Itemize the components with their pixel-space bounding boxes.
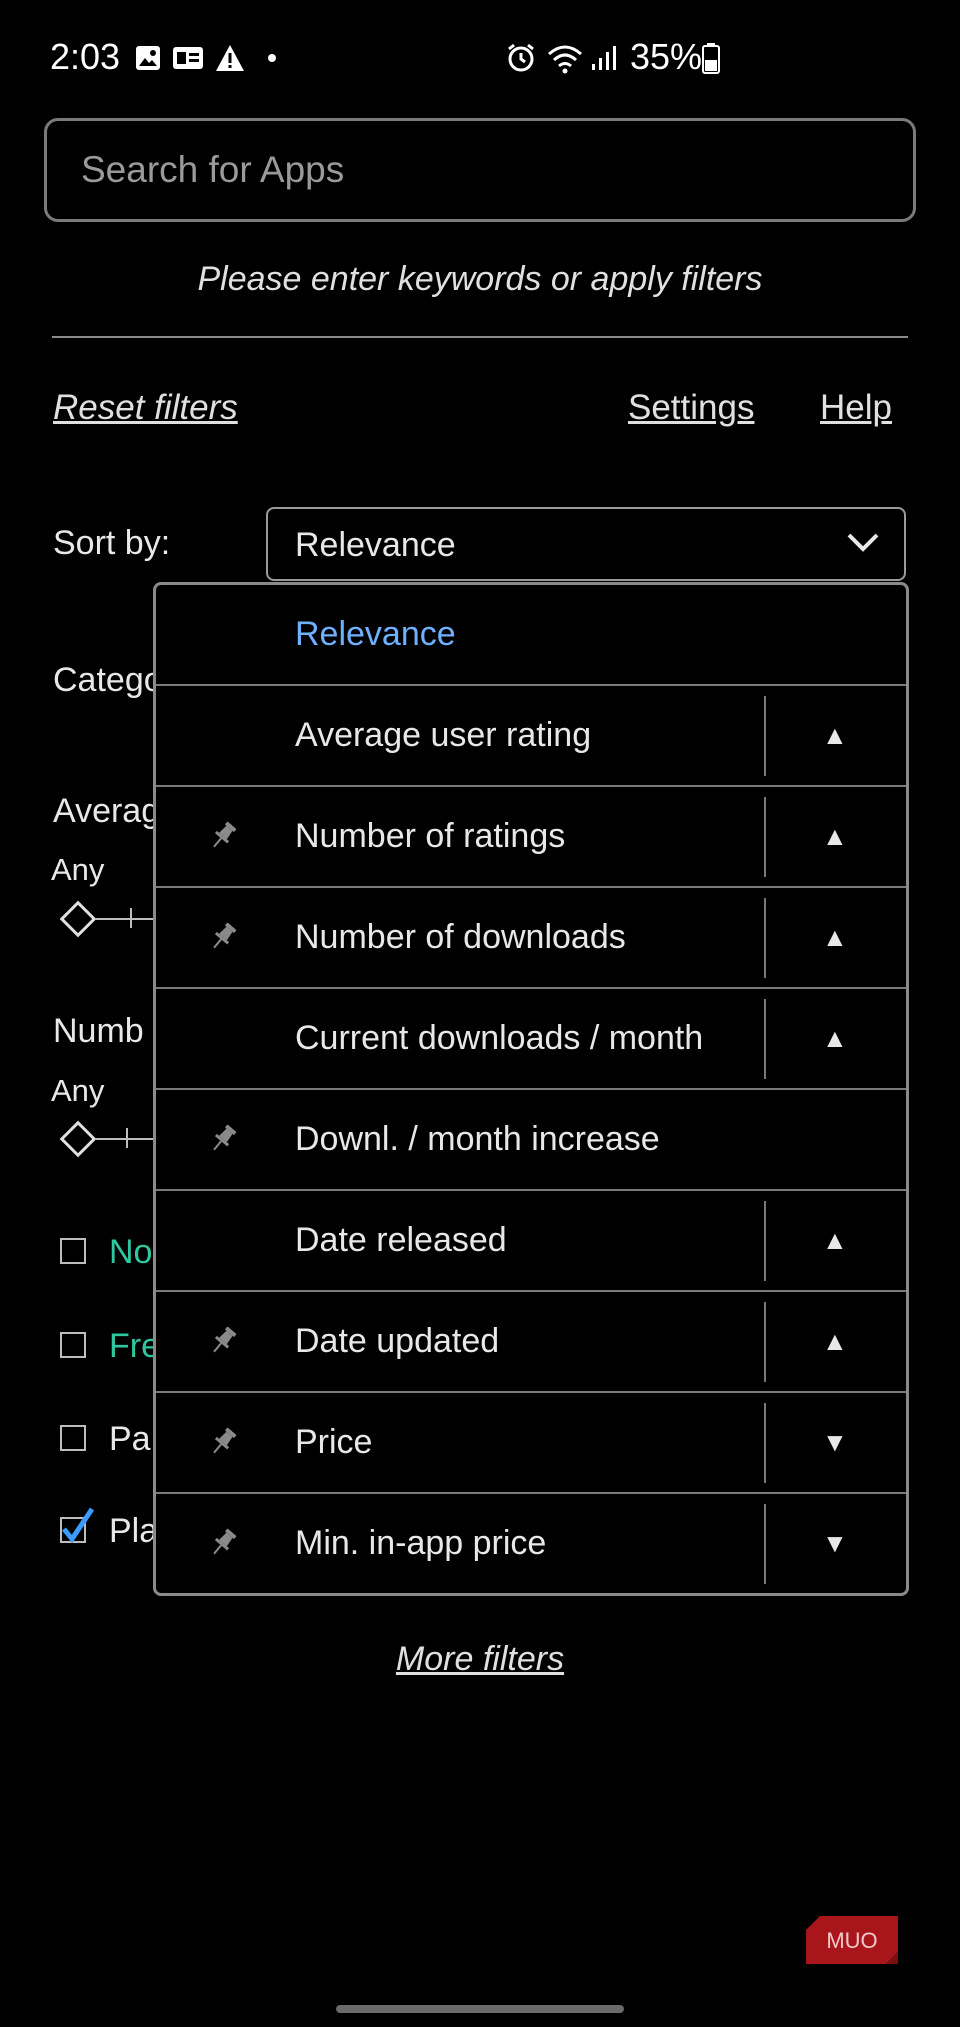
sort-option-label: Min. in-app price xyxy=(295,1524,547,1562)
reset-filters-link[interactable]: Reset filters xyxy=(53,388,238,428)
search-hint: Please enter keywords or apply filters xyxy=(197,260,763,298)
sort-option[interactable]: Min. in-app price ▼ xyxy=(156,1494,906,1593)
pin-icon[interactable] xyxy=(206,1122,240,1156)
category-label: Catego xyxy=(53,661,163,699)
more-filters-link[interactable]: More filters xyxy=(0,1640,960,1679)
sort-option[interactable]: Date released ▲ xyxy=(156,1191,906,1292)
sort-option-label: Date released xyxy=(295,1221,507,1259)
battery-percent: 35% xyxy=(630,36,703,77)
sort-option-label: Date updated xyxy=(295,1322,500,1360)
chevron-down-icon xyxy=(847,533,879,552)
rating-slider-track[interactable] xyxy=(96,918,154,920)
sort-option[interactable]: Relevance xyxy=(156,585,906,686)
home-indicator[interactable] xyxy=(336,2005,624,2013)
sort-descending-icon[interactable]: ▼ xyxy=(822,1528,848,1559)
pin-icon[interactable] xyxy=(206,1324,240,1358)
pin-icon[interactable] xyxy=(206,920,240,954)
divider xyxy=(52,336,908,338)
number-slider-tick xyxy=(126,1128,128,1148)
image-icon xyxy=(136,46,160,70)
sort-option-label: Relevance xyxy=(295,615,456,653)
status-bar: 2:03 35% xyxy=(0,0,960,116)
sort-option-label: Current downloads / month xyxy=(295,1019,704,1057)
sort-selected-value: Relevance xyxy=(295,526,456,564)
signal-icon xyxy=(592,46,616,70)
number-slider-knob[interactable] xyxy=(59,1120,97,1158)
option-separator xyxy=(764,1302,766,1382)
sort-ascending-icon[interactable]: ▲ xyxy=(822,1225,848,1256)
dot-icon xyxy=(268,54,276,62)
search-input[interactable] xyxy=(44,118,916,222)
sort-option[interactable]: Number of ratings ▲ xyxy=(156,787,906,888)
rating-slider-knob[interactable] xyxy=(59,900,97,938)
checkbox-4-label: Pla xyxy=(109,1512,159,1550)
help-link[interactable]: Help xyxy=(820,388,892,428)
sort-ascending-icon[interactable]: ▲ xyxy=(822,1326,848,1357)
sort-option-label: Number of downloads xyxy=(295,918,626,956)
muo-logo: MUO xyxy=(806,1916,898,1964)
sort-option-label: Number of ratings xyxy=(295,817,566,855)
sort-ascending-icon[interactable]: ▲ xyxy=(822,922,848,953)
sort-option[interactable]: Date updated ▲ xyxy=(156,1292,906,1393)
option-separator xyxy=(764,999,766,1079)
average-rating-label: Averag xyxy=(53,792,161,830)
sort-ascending-icon[interactable]: ▲ xyxy=(822,720,848,751)
sort-option[interactable]: Average user rating ▲ xyxy=(156,686,906,787)
option-separator xyxy=(764,898,766,978)
sort-option[interactable]: Number of downloads ▲ xyxy=(156,888,906,989)
pin-icon[interactable] xyxy=(206,819,240,853)
checkmark-icon xyxy=(62,1507,95,1544)
status-time: 2:03 xyxy=(50,36,121,77)
option-separator xyxy=(764,1504,766,1584)
wifi-icon xyxy=(548,45,582,74)
sort-ascending-icon[interactable]: ▲ xyxy=(822,821,848,852)
alarm-icon xyxy=(508,43,534,72)
battery-icon xyxy=(702,43,720,74)
sort-option-label: Average user rating xyxy=(295,716,592,754)
number-slider-track[interactable] xyxy=(96,1138,154,1140)
id-card-icon xyxy=(173,47,203,69)
sort-option[interactable]: Price ▼ xyxy=(156,1393,906,1494)
sort-by-label: Sort by: xyxy=(53,524,171,562)
svg-text:MUO: MUO xyxy=(826,1928,877,1953)
settings-link[interactable]: Settings xyxy=(628,388,754,428)
sort-descending-icon[interactable]: ▼ xyxy=(822,1427,848,1458)
sort-ascending-icon[interactable]: ▲ xyxy=(822,1023,848,1054)
option-separator xyxy=(764,797,766,877)
sort-dropdown: Relevance Average user rating ▲ Number of r… xyxy=(153,582,909,1596)
sort-by-select[interactable]: Relevance xyxy=(266,507,906,581)
checkbox-3[interactable] xyxy=(60,1425,86,1451)
option-separator xyxy=(764,1201,766,1281)
checkbox-3-label: Pa xyxy=(109,1420,151,1458)
checkbox-2[interactable] xyxy=(60,1332,86,1358)
option-separator xyxy=(764,696,766,776)
sort-option[interactable]: Current downloads / month ▲ xyxy=(156,989,906,1090)
checkbox-1[interactable] xyxy=(60,1238,86,1264)
checkbox-1-label: No xyxy=(109,1233,153,1271)
sort-option-label: Downl. / month increase xyxy=(295,1120,660,1158)
warning-icon xyxy=(216,45,244,71)
sort-option-label: Price xyxy=(295,1423,373,1461)
average-rating-value: Any xyxy=(51,852,105,887)
pin-icon[interactable] xyxy=(206,1526,240,1560)
rating-slider-tick xyxy=(130,908,132,928)
number-value: Any xyxy=(51,1073,105,1108)
pin-icon[interactable] xyxy=(206,1425,240,1459)
option-separator xyxy=(764,1403,766,1483)
sort-option[interactable]: Downl. / month increase xyxy=(156,1090,906,1191)
number-label: Numb xyxy=(53,1012,144,1050)
